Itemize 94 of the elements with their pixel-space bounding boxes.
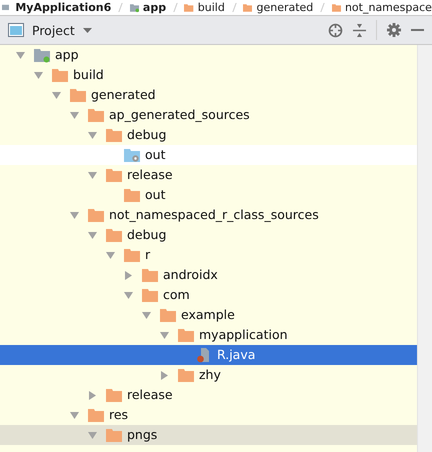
folder-icon <box>106 428 122 442</box>
expanded-arrow-icon[interactable] <box>70 210 79 220</box>
breadcrumb-item[interactable]: not_namespace <box>344 0 432 14</box>
expanded-arrow-icon[interactable] <box>34 70 43 80</box>
folder-icon <box>184 2 194 14</box>
tree-label: out <box>145 187 166 203</box>
tree-row[interactable]: debug <box>0 225 417 245</box>
tree-label: out <box>145 147 166 163</box>
tree-label: pngs <box>127 427 158 443</box>
expanded-arrow-icon[interactable] <box>88 430 97 440</box>
tree-label: app <box>55 47 79 63</box>
collapsed-arrow-icon[interactable] <box>160 370 169 380</box>
tree-row[interactable]: com <box>0 285 417 305</box>
collapsed-arrow-icon[interactable] <box>124 270 133 280</box>
tree-row[interactable]: generated <box>0 85 417 105</box>
expanded-arrow-icon[interactable] <box>16 50 25 60</box>
tree-row[interactable]: debug <box>0 125 417 145</box>
folder-icon <box>142 288 158 302</box>
module-folder-icon <box>130 2 139 14</box>
folder-icon <box>106 128 122 142</box>
breadcrumb-item[interactable]: build <box>198 0 225 14</box>
folder-icon <box>178 368 194 382</box>
folder-icon <box>124 248 140 262</box>
tree-row[interactable]: out <box>0 145 417 165</box>
tree-row[interactable]: ap_generated_sources <box>0 105 417 125</box>
tree-row[interactable]: build <box>0 65 417 85</box>
tree-label: example <box>181 307 235 323</box>
tree-row[interactable]: res <box>0 405 417 425</box>
tree-label: release <box>127 387 173 403</box>
folder-icon <box>178 328 194 342</box>
tree-label: r <box>145 247 150 263</box>
window-icon <box>8 23 24 37</box>
tree-label: debug <box>127 227 166 243</box>
folder-icon <box>70 88 86 102</box>
tree-row[interactable]: r <box>0 245 417 265</box>
tree-row[interactable]: release <box>0 385 417 405</box>
scrollbar-track[interactable] <box>417 45 432 452</box>
expanded-arrow-icon[interactable] <box>88 170 97 180</box>
tree-label: debug <box>127 127 166 143</box>
folder-icon <box>160 308 176 322</box>
java-file-icon <box>196 348 212 362</box>
folder-icon <box>243 2 252 14</box>
folder-icon <box>106 168 122 182</box>
tree-label: release <box>127 167 173 183</box>
folder-icon <box>332 2 341 14</box>
expanded-arrow-icon[interactable] <box>106 250 115 260</box>
panel-title[interactable]: Project <box>32 22 75 38</box>
folder-icon <box>124 188 140 202</box>
folder-icon <box>106 388 122 402</box>
expanded-arrow-icon[interactable] <box>124 290 133 300</box>
settings-icon[interactable] <box>387 23 401 37</box>
expanded-arrow-icon[interactable] <box>70 410 79 420</box>
tree-row[interactable]: zhy <box>0 365 417 385</box>
breadcrumb-item[interactable]: app <box>142 0 166 14</box>
module-folder-icon <box>34 48 50 62</box>
folder-icon <box>88 208 104 222</box>
tree-row[interactable]: example <box>0 305 417 325</box>
tree-label: build <box>73 67 104 83</box>
breadcrumb-item[interactable]: generated <box>256 0 314 14</box>
tree-row[interactable]: release <box>0 165 417 185</box>
tree-row[interactable]: myapplication <box>0 325 417 345</box>
tree-label: ap_generated_sources <box>109 107 250 123</box>
tree-label: zhy <box>199 367 221 383</box>
expanded-arrow-icon[interactable] <box>88 230 97 240</box>
folder-icon <box>52 68 68 82</box>
expanded-arrow-icon[interactable] <box>70 110 79 120</box>
tree-label: androidx <box>163 267 218 283</box>
folder-icon <box>88 408 104 422</box>
collapsed-arrow-icon[interactable] <box>88 390 97 400</box>
folder-icon <box>106 228 122 242</box>
expanded-arrow-icon[interactable] <box>52 90 61 100</box>
expanded-arrow-icon[interactable] <box>142 310 151 320</box>
expanded-arrow-icon[interactable] <box>160 330 169 340</box>
tree-row[interactable]: app <box>0 45 417 65</box>
tree-row[interactable]: pngs <box>0 425 417 445</box>
gear-folder-icon <box>124 148 140 162</box>
tree-label: res <box>109 407 128 423</box>
minimize-icon[interactable] <box>411 28 424 32</box>
crosshair-icon[interactable] <box>328 22 343 38</box>
tree-row[interactable]: androidx <box>0 265 417 285</box>
tree-row[interactable]: not_namespaced_r_class_sources <box>0 205 417 225</box>
expanded-arrow-icon[interactable] <box>88 130 97 140</box>
collapse-icon[interactable] <box>353 24 366 36</box>
tree-row[interactable]: out <box>0 185 417 205</box>
folder-icon <box>142 268 158 282</box>
tree-label: com <box>163 287 190 303</box>
tree-label: generated <box>91 87 156 103</box>
folder-icon <box>88 108 104 122</box>
breadcrumb-item[interactable]: MyApplication6 <box>15 0 112 14</box>
caret-icon[interactable] <box>82 28 92 32</box>
tree-row[interactable]: R.java <box>0 345 417 365</box>
tree-label: R.java <box>217 347 256 363</box>
tree-label: myapplication <box>199 327 288 343</box>
tree-label: not_namespaced_r_class_sources <box>109 207 319 223</box>
